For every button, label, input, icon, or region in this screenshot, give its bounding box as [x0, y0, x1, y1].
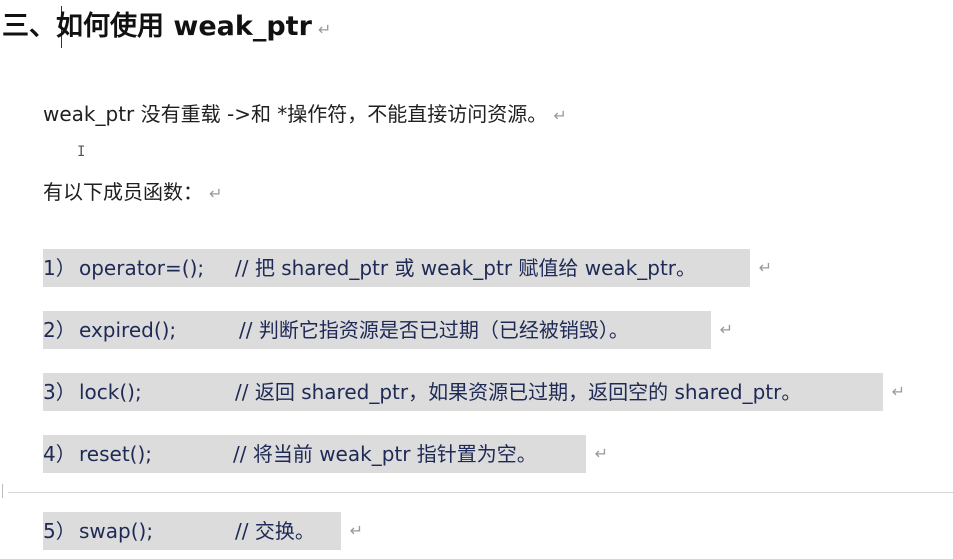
member-item-lock: 3） lock(); // 返回 shared_ptr，如果资源已过期，返回空的 s…: [43, 373, 905, 411]
section-heading: 三、如何使用 weak_ptr ↵: [2, 8, 331, 46]
paragraph-mark-icon: ↵: [209, 184, 223, 203]
member-item-expired: 2） expired(); // 判断它指资源是否已过期（已经被销毁）。 ↵: [43, 311, 733, 349]
member-comment: // 把 shared_ptr 或 weak_ptr 赋值给 weak_ptr。: [235, 256, 697, 280]
member-number: 4）: [43, 442, 76, 466]
intro-paragraph: weak_ptr 没有重载 ->和 *操作符，不能直接访问资源。 ↵: [43, 99, 567, 131]
members-heading-text: 有以下成员函数：: [43, 180, 203, 204]
paragraph-mark-icon: ↵: [891, 382, 905, 401]
member-number: 2）: [43, 318, 76, 342]
member-number: 1）: [43, 256, 76, 280]
member-number: 3）: [43, 380, 76, 404]
members-heading: 有以下成员函数： ↵: [43, 177, 222, 209]
paragraph-mark-icon: ↵: [349, 521, 363, 540]
member-comment: // 交换。: [235, 519, 315, 543]
page-corner-mark: [2, 484, 3, 498]
member-function: swap();: [79, 519, 154, 543]
member-comment: // 将当前 weak_ptr 指针置为空。: [233, 442, 537, 466]
member-function: operator=();: [79, 256, 205, 280]
member-function: expired();: [79, 318, 177, 342]
section-heading-text: 三、如何使用 weak_ptr: [2, 11, 312, 42]
member-item-reset: 4） reset(); // 将当前 weak_ptr 指针置为空。 ↵: [43, 435, 608, 473]
member-item-operator-assign: 1） operator=(); // 把 shared_ptr 或 weak_ptr…: [43, 249, 772, 287]
member-function: lock();: [79, 380, 142, 404]
paragraph-mark-icon: ↵: [594, 444, 608, 463]
intro-text: weak_ptr 没有重载 ->和 *操作符，不能直接访问资源。: [43, 102, 548, 126]
member-function: reset();: [79, 442, 152, 466]
member-number: 5）: [43, 519, 76, 543]
member-comment: // 判断它指资源是否已过期（已经被销毁）。: [239, 318, 629, 342]
paragraph-mark-icon: ↵: [758, 258, 772, 277]
member-item-swap: 5） swap(); // 交换。 ↵: [43, 512, 363, 550]
ibeam-cursor-icon: I: [77, 144, 86, 160]
page-break-divider: [8, 492, 953, 493]
paragraph-mark-icon: ↵: [719, 320, 733, 339]
member-comment: // 返回 shared_ptr，如果资源已过期，返回空的 shared_ptr…: [235, 380, 802, 404]
paragraph-mark-icon: ↵: [553, 106, 567, 125]
paragraph-mark-icon: ↵: [317, 20, 332, 39]
